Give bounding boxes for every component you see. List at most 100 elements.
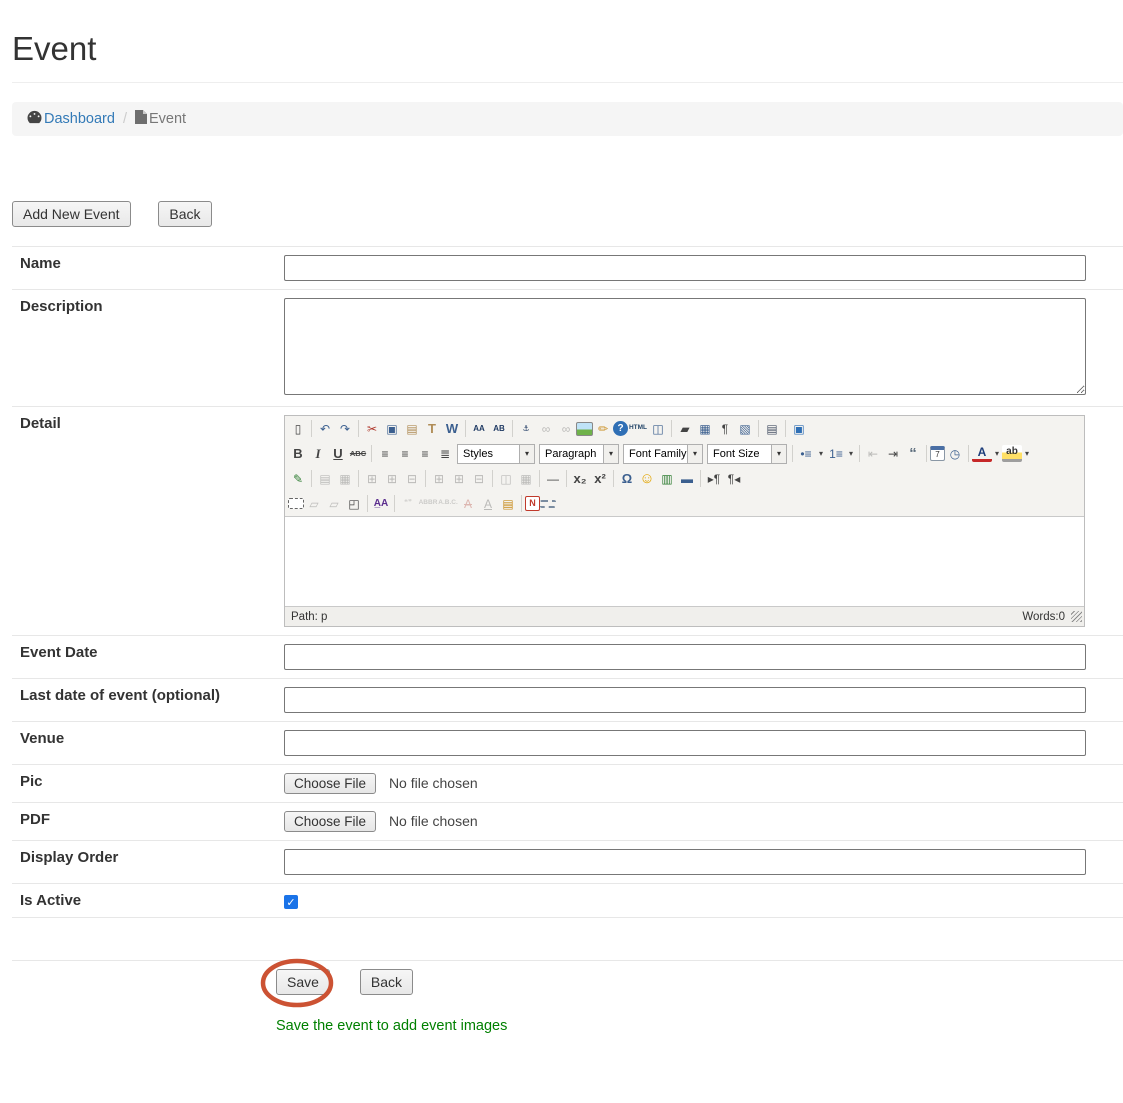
venue-input[interactable] <box>284 730 1086 756</box>
align-center-icon[interactable]: ≡ <box>395 444 415 464</box>
redo-icon[interactable]: ↷ <box>335 419 355 439</box>
description-textarea[interactable] <box>284 298 1086 395</box>
anchor-icon[interactable]: ⚓ <box>516 419 536 439</box>
form-row-name: Name <box>12 247 1123 290</box>
remove-format-icon[interactable]: ▰ <box>675 419 695 439</box>
page-title: Event <box>12 30 1123 68</box>
numbered-list-arrow-icon[interactable]: ▾ <box>846 449 856 458</box>
background-color-arrow-icon[interactable]: ▾ <box>1022 449 1032 458</box>
cleanup-code-icon[interactable]: ✏ <box>593 419 613 439</box>
find-replace-icon[interactable]: AB <box>489 419 509 439</box>
name-input[interactable] <box>284 255 1086 281</box>
bullet-list-icon[interactable]: •≡ <box>796 444 816 464</box>
editor-resize-grip[interactable] <box>1071 611 1082 622</box>
bullet-list-arrow-icon[interactable]: ▾ <box>816 449 826 458</box>
absolute-position-icon[interactable]: ◰ <box>344 494 364 514</box>
paste-from-word-icon[interactable]: W <box>442 419 462 439</box>
right-to-left-icon[interactable]: ¶◂ <box>724 469 744 489</box>
acronym-icon: A.B.C. <box>438 494 458 514</box>
visual-aid-icon[interactable]: ▦ <box>695 419 715 439</box>
emoticons-icon[interactable]: ☺ <box>637 469 657 489</box>
toolbar-separator <box>371 445 372 462</box>
nonbreaking-space-icon[interactable]: N <box>525 496 540 511</box>
preview-icon[interactable]: ◫ <box>648 419 668 439</box>
align-left-icon[interactable]: ≡ <box>375 444 395 464</box>
toolbar-separator <box>700 470 701 487</box>
is-active-label: Is Active <box>12 884 276 918</box>
align-right-icon[interactable]: ≡ <box>415 444 435 464</box>
form-row-venue: Venue <box>12 722 1123 765</box>
subscript-icon[interactable]: x₂ <box>570 469 590 489</box>
style-properties-icon[interactable]: A̲A <box>371 494 391 514</box>
indent-icon[interactable]: ⇥ <box>883 444 903 464</box>
styles-dropdown[interactable]: Styles▾ <box>457 444 535 464</box>
text-color-arrow-icon[interactable]: ▾ <box>992 449 1002 458</box>
undo-icon[interactable]: ↶ <box>315 419 335 439</box>
event-date-input[interactable] <box>284 644 1086 670</box>
template-icon[interactable]: ▧ <box>735 419 755 439</box>
pic-choose-file-button[interactable]: Choose File <box>284 773 376 794</box>
toolbar-separator <box>785 420 786 437</box>
insert-table-icon[interactable]: ✎ <box>288 469 308 489</box>
detail-label: Detail <box>12 407 276 636</box>
last-date-input[interactable] <box>284 687 1086 713</box>
font-size-dropdown[interactable]: Font Size▾ <box>707 444 787 464</box>
save-button-wrap: Save <box>276 969 330 995</box>
editor-content-area[interactable] <box>285 516 1084 606</box>
is-active-checkbox[interactable]: ✓ <box>284 895 298 909</box>
insert-image-icon[interactable] <box>576 422 593 436</box>
italic-icon[interactable]: I <box>308 444 328 464</box>
display-order-input[interactable] <box>284 849 1086 875</box>
print-icon[interactable]: ▤ <box>762 419 782 439</box>
page-break-icon[interactable] <box>540 500 556 508</box>
insert-date-icon[interactable]: 7 <box>930 446 945 461</box>
find-icon[interactable]: AA <box>469 419 489 439</box>
insert-media-icon[interactable]: ▥ <box>657 469 677 489</box>
back-button-top[interactable]: Back <box>158 201 211 227</box>
special-character-icon[interactable]: Ω <box>617 469 637 489</box>
background-color-icon[interactable]: ab <box>1002 445 1022 462</box>
breadcrumb-dashboard-link[interactable]: Dashboard <box>27 110 115 128</box>
breadcrumb: Dashboard / Event <box>12 102 1123 136</box>
insert-row-before-icon: ⊞ <box>362 469 382 489</box>
unlink-icon: ∞ <box>556 419 576 439</box>
toolbar-separator <box>792 445 793 462</box>
text-color-icon[interactable]: A <box>972 445 992 462</box>
paste-icon[interactable]: ▤ <box>402 419 422 439</box>
align-justify-icon[interactable]: ≣ <box>435 444 455 464</box>
underline-icon[interactable]: U <box>328 444 348 464</box>
paste-as-text-icon[interactable]: T <box>422 419 442 439</box>
cut-icon[interactable]: ✂ <box>362 419 382 439</box>
toolbar-separator <box>311 420 312 437</box>
detail-rich-text-editor: ▯↶↷✂▣▤TWAAAB⚓∞∞✏?HTML◫▰▦¶▧▤▣BIUABC≡≡≡≣St… <box>284 415 1085 627</box>
blockquote-icon[interactable]: “ <box>903 444 923 464</box>
new-document-icon[interactable]: ▯ <box>288 419 308 439</box>
editor-path: Path: p <box>291 611 327 623</box>
superscript-icon[interactable]: x² <box>590 469 610 489</box>
numbered-list-icon[interactable]: 1≡ <box>826 444 846 464</box>
copy-icon[interactable]: ▣ <box>382 419 402 439</box>
form-row-event-date: Event Date <box>12 636 1123 679</box>
insert-time-icon[interactable]: ◷ <box>945 444 965 464</box>
add-new-event-button[interactable]: Add New Event <box>12 201 131 227</box>
toolbar-separator <box>492 470 493 487</box>
format-dropdown[interactable]: Paragraph▾ <box>539 444 619 464</box>
back-button-bottom[interactable]: Back <box>360 969 413 995</box>
left-to-right-icon[interactable]: ▸¶ <box>704 469 724 489</box>
save-button[interactable]: Save <box>276 969 330 995</box>
file-icon <box>135 110 147 128</box>
help-icon[interactable]: ? <box>613 421 628 436</box>
bold-icon[interactable]: B <box>288 444 308 464</box>
pdf-choose-file-button[interactable]: Choose File <box>284 811 376 832</box>
insert-attributes-icon[interactable]: ▤ <box>498 494 518 514</box>
horizontal-rule-icon[interactable]: — <box>543 469 563 489</box>
toolbar-separator <box>367 495 368 512</box>
show-blocks-icon[interactable]: ¶ <box>715 419 735 439</box>
insert-layer-icon[interactable] <box>288 498 304 509</box>
advanced-hr-icon[interactable]: ▬ <box>677 469 697 489</box>
breadcrumb-current-label: Event <box>149 111 186 127</box>
font-family-dropdown[interactable]: Font Family▾ <box>623 444 703 464</box>
html-source-icon[interactable]: HTML <box>628 419 648 439</box>
fullscreen-icon[interactable]: ▣ <box>789 419 809 439</box>
strikethrough-icon[interactable]: ABC <box>348 444 368 464</box>
